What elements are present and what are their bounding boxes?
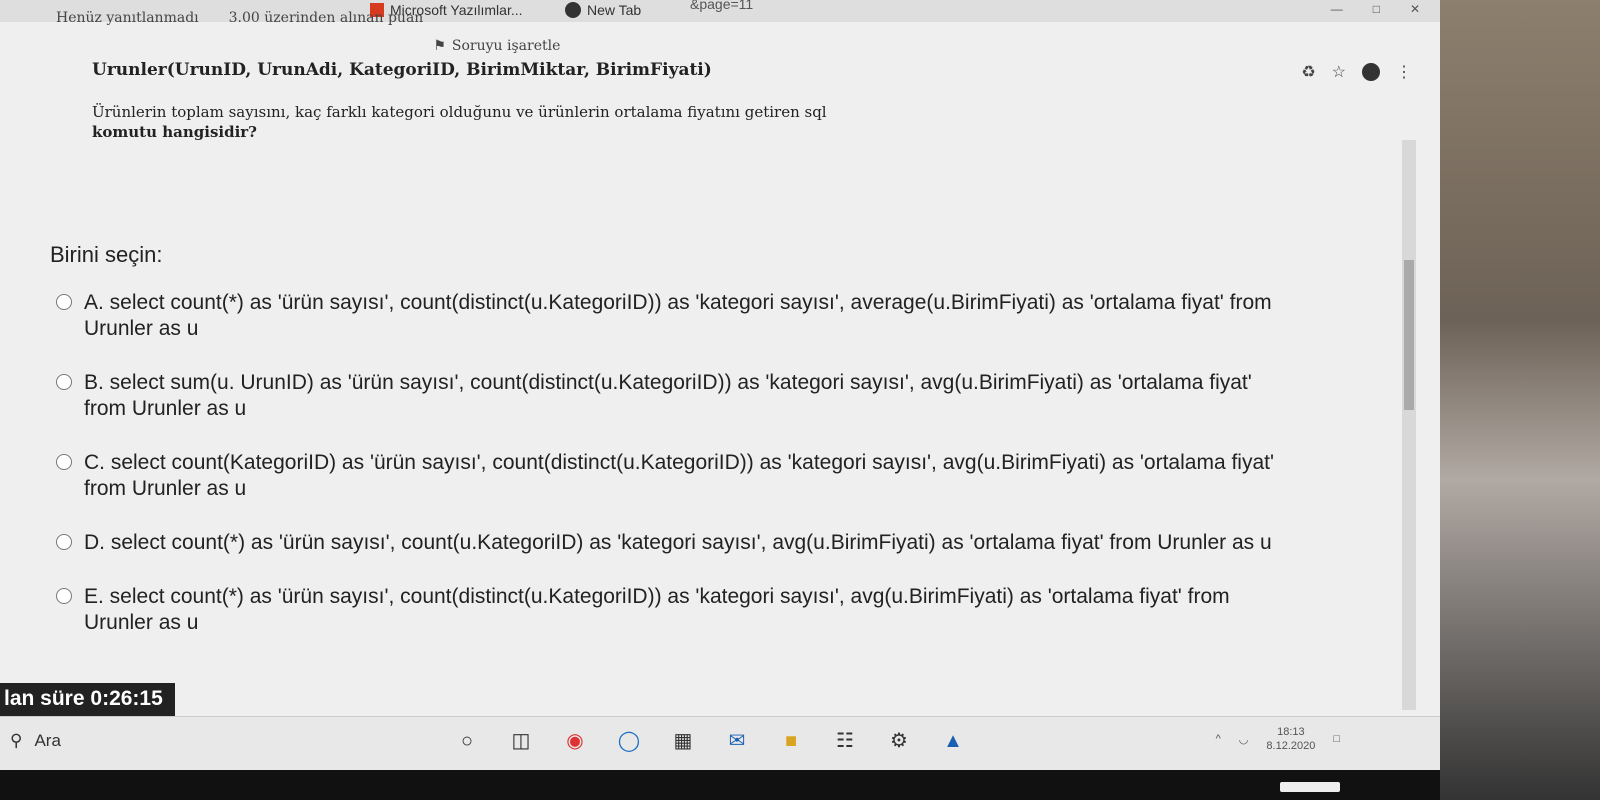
taskbar-search[interactable]: ⚲ Ara xyxy=(10,731,61,751)
search-label: Ara xyxy=(34,731,61,750)
clock[interactable]: 18:13 8.12.2020 xyxy=(1266,725,1315,753)
maximize-icon[interactable]: □ xyxy=(1373,2,1380,16)
translate-icon[interactable]: ♻ xyxy=(1301,62,1315,82)
flag-question-link[interactable]: ⚑ Soruyu işaretle xyxy=(433,38,560,54)
option-text: B. select sum(u. UrunID) as 'ürün sayısı… xyxy=(84,371,1252,420)
flag-label: Soruyu işaretle xyxy=(451,38,561,54)
settings-icon[interactable]: ⚙ xyxy=(887,729,911,753)
option-text: C. select count(KategoriID) as 'ürün say… xyxy=(84,451,1274,500)
radio-button[interactable] xyxy=(56,374,72,390)
option-b[interactable]: B. select sum(u. UrunID) as 'ürün sayısı… xyxy=(56,370,1296,422)
search-icon: ⚲ xyxy=(10,731,23,750)
mail-icon[interactable]: ✉ xyxy=(725,729,749,753)
question-points: 3.00 üzerinden alınan puan xyxy=(228,10,424,26)
clock-date: 8.12.2020 xyxy=(1266,740,1316,752)
window-controls: — □ ✕ xyxy=(1331,2,1420,16)
timer-label: lan süre xyxy=(4,687,85,710)
taskbar: ⚲ Ara ○ ◫ ◉ ◯ ▦ ✉ ■ ☷ ⚙ ▲ ^ ◡ 18:13 8.12… xyxy=(0,716,1440,770)
scrollbar[interactable] xyxy=(1402,140,1416,710)
tab-label: New Tab xyxy=(587,2,642,18)
url-fragment: &page=11 xyxy=(690,0,754,12)
minimize-icon[interactable]: — xyxy=(1331,2,1343,16)
option-e[interactable]: E. select count(*) as 'ürün sayısı', cou… xyxy=(56,584,1296,636)
edge-icon[interactable]: ◯ xyxy=(617,729,641,753)
chrome-icon[interactable]: ◉ xyxy=(563,729,587,753)
photos-icon[interactable]: ▲ xyxy=(941,729,965,753)
store-icon[interactable]: ▦ xyxy=(671,729,695,753)
radio-button[interactable] xyxy=(56,588,72,604)
option-text: A. select count(*) as 'ürün sayısı', cou… xyxy=(84,291,1272,340)
scroll-thumb[interactable] xyxy=(1404,260,1414,410)
wifi-icon[interactable]: ◡ xyxy=(1239,733,1249,746)
monitor-bezel xyxy=(0,770,1440,800)
taskbar-apps: ○ ◫ ◉ ◯ ▦ ✉ ■ ☷ ⚙ ▲ xyxy=(455,729,965,753)
chevron-up-icon[interactable]: ^ xyxy=(1216,733,1221,745)
option-a[interactable]: A. select count(*) as 'ürün sayısı', cou… xyxy=(56,290,1296,342)
option-c[interactable]: C. select count(KategoriID) as 'ürün say… xyxy=(56,450,1296,502)
question-info: Henüz yanıtlanmadı 3.00 üzerinden alınan… xyxy=(56,10,560,54)
browser-toolbar: ♻ ☆ ⋮ xyxy=(1301,62,1412,82)
close-icon[interactable]: ✕ xyxy=(1410,2,1420,16)
background-curtain xyxy=(1440,0,1600,800)
choose-label: Birini seçin: xyxy=(50,242,163,267)
network-icon[interactable]: ☷ xyxy=(833,729,857,753)
cortana-icon[interactable]: ○ xyxy=(455,729,479,753)
radio-button[interactable] xyxy=(56,294,72,310)
prompt-line-2: komutu hangisidir? xyxy=(92,123,257,141)
flag-icon: ⚑ xyxy=(433,38,446,54)
menu-icon[interactable]: ⋮ xyxy=(1396,62,1412,82)
prompt-line-1: Ürünlerin toplam sayısını, kaç farklı ka… xyxy=(92,103,827,121)
folder-icon[interactable]: ■ xyxy=(779,729,803,753)
option-text: D. select count(*) as 'ürün sayısı', cou… xyxy=(84,531,1272,554)
task-view-icon[interactable]: ◫ xyxy=(509,729,533,753)
screen: Microsoft Yazılımlar... New Tab &page=11… xyxy=(0,0,1440,770)
remaining-time: lan süre 0:26:15 xyxy=(0,683,175,717)
clock-time: 18:13 xyxy=(1277,726,1305,738)
option-text: E. select count(*) as 'ürün sayısı', cou… xyxy=(84,585,1230,634)
prompt-text: Ürünlerin toplam sayısını, kaç farklı ka… xyxy=(92,102,992,142)
question-text: Urunler(UrunID, UrunAdi, KategoriID, Bir… xyxy=(92,60,992,142)
tab-new[interactable]: New Tab xyxy=(565,2,641,18)
timer-value: 0:26:15 xyxy=(90,687,163,710)
answer-options: A. select count(*) as 'ürün sayısı', cou… xyxy=(56,290,1296,664)
star-icon[interactable]: ☆ xyxy=(1332,62,1346,82)
question-status: Henüz yanıtlanmadı xyxy=(56,10,199,26)
bezel-light xyxy=(1280,782,1340,792)
profile-avatar-icon[interactable] xyxy=(1362,63,1380,81)
option-d[interactable]: D. select count(*) as 'ürün sayısı', cou… xyxy=(56,530,1296,556)
schema-text: Urunler(UrunID, UrunAdi, KategoriID, Bir… xyxy=(92,60,712,80)
system-tray: ^ ◡ 18:13 8.12.2020 □ xyxy=(1216,725,1340,753)
notifications-icon[interactable]: □ xyxy=(1333,733,1340,745)
radio-button[interactable] xyxy=(56,454,72,470)
radio-button[interactable] xyxy=(56,534,72,550)
globe-icon xyxy=(565,2,581,18)
